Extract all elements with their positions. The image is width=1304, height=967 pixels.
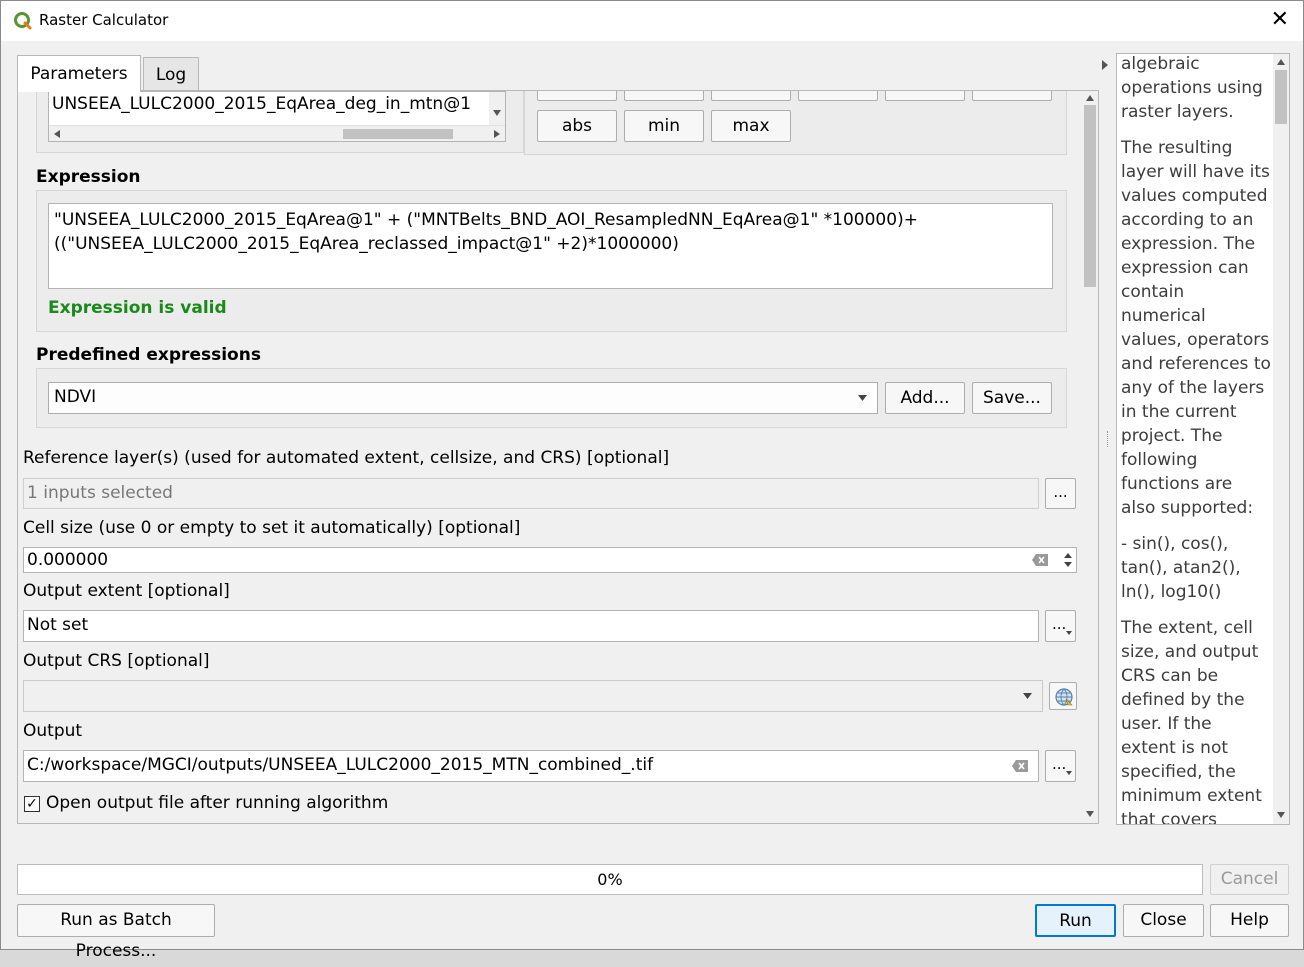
- operator-button-hidden-3[interactable]: [711, 91, 791, 101]
- output-extent-browse-label: ...: [1052, 615, 1067, 633]
- open-output-checkbox[interactable]: ✓: [24, 796, 40, 812]
- output-extent-menu-button[interactable]: ...: [1045, 610, 1076, 642]
- qgis-logo-icon: [14, 12, 32, 30]
- dropdown-arrow-icon: [1066, 631, 1072, 635]
- close-button[interactable]: Close: [1123, 904, 1204, 937]
- layers-list[interactable]: UNSEEA_LULC2000_2015_EqArea_deg_in_mtn@1: [48, 91, 506, 142]
- operator-button-hidden-2[interactable]: [624, 91, 704, 101]
- predefined-selected-value: NDVI: [54, 387, 97, 407]
- cell-size-input[interactable]: 0.000000: [23, 547, 1077, 573]
- close-window-icon[interactable]: ✕: [1271, 7, 1289, 33]
- tab-log[interactable]: Log: [143, 57, 199, 90]
- run-as-batch-button[interactable]: Run as Batch Process...: [17, 904, 215, 961]
- help-paragraph: algebraic operations using raster layers…: [1121, 54, 1263, 122]
- parameters-scroll-thumb[interactable]: [1084, 105, 1096, 287]
- check-icon: ✓: [26, 796, 38, 812]
- reference-layers-browse-button[interactable]: ...: [1045, 478, 1076, 509]
- help-paragraph: - sin(), cos(), tan(), atan2(), ln(), lo…: [1121, 534, 1241, 602]
- predefined-heading: Predefined expressions: [36, 345, 261, 365]
- abs-button[interactable]: abs: [537, 110, 617, 142]
- expression-line-1: "UNSEEA_LULC2000_2015_EqArea@1" + ("MNTB…: [54, 210, 918, 230]
- help-vscrollbar[interactable]: [1273, 54, 1289, 824]
- chevron-down-icon: [1023, 693, 1032, 699]
- operator-button-hidden-6[interactable]: [972, 91, 1052, 101]
- help-text: algebraic operations using raster layers…: [1121, 54, 1271, 825]
- progress-bar: 0%: [17, 864, 1203, 895]
- tab-parameters[interactable]: Parameters: [17, 55, 141, 92]
- open-output-label[interactable]: Open output file after running algorithm: [46, 793, 388, 813]
- output-crs-label: Output CRS [optional]: [23, 651, 210, 671]
- reference-layers-field[interactable]: 1 inputs selected: [23, 478, 1039, 509]
- output-crs-select[interactable]: [23, 680, 1043, 712]
- min-button[interactable]: min: [624, 110, 704, 142]
- splitter-handle[interactable]: [1107, 431, 1110, 447]
- progress-text: 0%: [597, 870, 623, 889]
- operator-button-hidden-5[interactable]: [885, 91, 965, 101]
- output-browse-button[interactable]: ...: [1045, 750, 1076, 782]
- reference-layers-label: Reference layer(s) (used for automated e…: [23, 448, 670, 468]
- layers-hscrollbar[interactable]: [49, 125, 505, 141]
- chevron-down-icon: [858, 395, 867, 401]
- raster-calculator-dialog: Raster Calculator ✕ Parameters Log UNSEE…: [0, 0, 1304, 961]
- output-browse-label: ...: [1052, 755, 1067, 773]
- window-title: Raster Calculator: [39, 11, 169, 29]
- help-panel: algebraic operations using raster layers…: [1116, 53, 1290, 825]
- help-scroll-thumb[interactable]: [1275, 70, 1287, 124]
- layers-hscroll-thumb[interactable]: [343, 129, 453, 139]
- add-expression-button[interactable]: Add...: [885, 382, 965, 414]
- cell-size-label: Cell size (use 0 or empty to set it auto…: [23, 518, 521, 538]
- cell-size-value: 0.000000: [27, 550, 109, 570]
- parameters-panel: UNSEEA_LULC2000_2015_EqArea_deg_in_mtn@1…: [17, 90, 1099, 824]
- clear-icon[interactable]: [1032, 554, 1048, 566]
- layers-vscrollbar[interactable]: [489, 92, 505, 125]
- save-expression-button[interactable]: Save...: [972, 382, 1052, 414]
- operator-button-hidden-1[interactable]: [537, 91, 617, 101]
- parameters-vscrollbar[interactable]: [1082, 91, 1098, 823]
- help-button[interactable]: Help: [1210, 904, 1289, 937]
- cancel-button[interactable]: Cancel: [1210, 864, 1289, 895]
- expression-heading: Expression: [36, 167, 141, 187]
- select-crs-button[interactable]: [1049, 682, 1077, 710]
- output-file-field[interactable]: C:/workspace/MGCI/outputs/UNSEEA_LULC200…: [23, 750, 1039, 782]
- spinner-arrows-icon[interactable]: [1063, 551, 1073, 569]
- expression-status: Expression is valid: [48, 298, 227, 318]
- help-paragraph: The resulting layer will have its values…: [1121, 138, 1271, 518]
- output-label: Output: [23, 721, 83, 741]
- globe-icon: [1055, 688, 1073, 706]
- expression-line-2: (("UNSEEA_LULC2000_2015_EqArea_reclassed…: [54, 234, 679, 254]
- dropdown-arrow-icon: [1066, 771, 1072, 775]
- layer-list-item[interactable]: UNSEEA_LULC2000_2015_EqArea_deg_in_mtn@1: [52, 94, 471, 114]
- expression-textarea[interactable]: "UNSEEA_LULC2000_2015_EqArea@1" + ("MNTB…: [48, 203, 1053, 289]
- collapse-help-arrow-icon[interactable]: [1101, 55, 1111, 70]
- title-bar: Raster Calculator ✕: [1, 1, 1303, 41]
- max-button[interactable]: max: [711, 110, 791, 142]
- output-file-path: C:/workspace/MGCI/outputs/UNSEEA_LULC200…: [27, 755, 654, 775]
- operator-button-hidden-4[interactable]: [798, 91, 878, 101]
- output-extent-label: Output extent [optional]: [23, 581, 230, 601]
- clear-icon[interactable]: [1012, 760, 1028, 772]
- run-button[interactable]: Run: [1035, 904, 1116, 937]
- help-paragraph: The extent, cell size, and output CRS ca…: [1121, 618, 1262, 825]
- output-extent-field[interactable]: Not set: [23, 610, 1039, 642]
- predefined-select[interactable]: NDVI: [48, 382, 878, 414]
